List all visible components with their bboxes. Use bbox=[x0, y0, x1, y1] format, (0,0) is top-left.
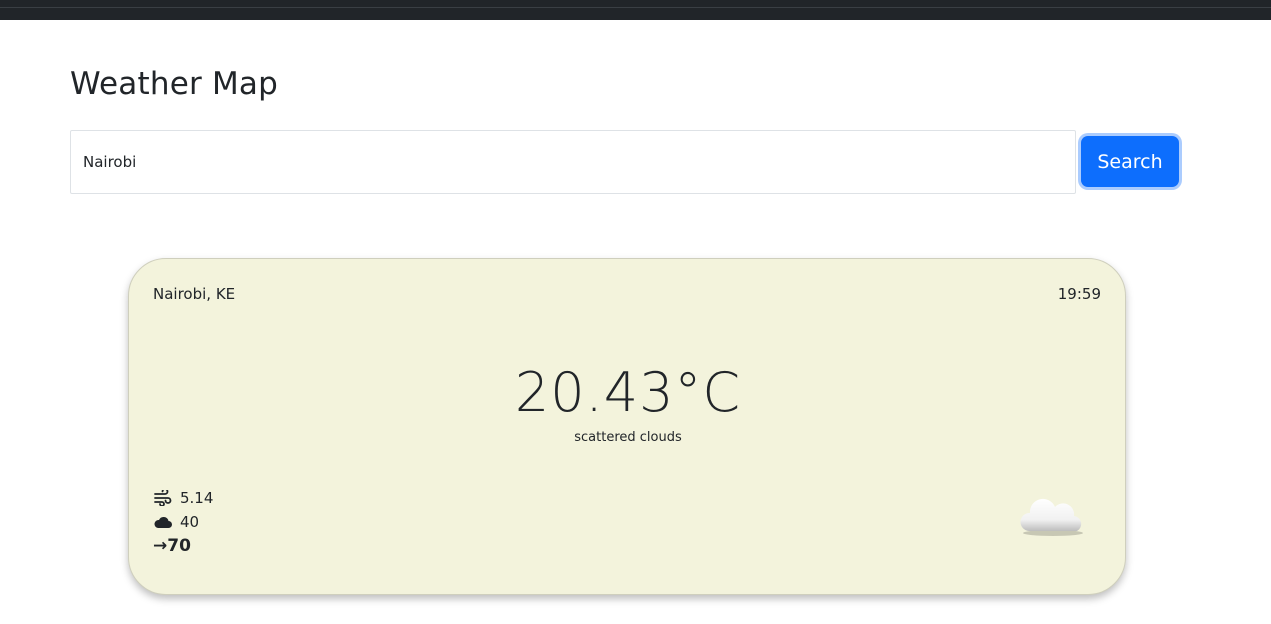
location-label: Nairobi, KE bbox=[153, 285, 236, 303]
page-title: Weather Map bbox=[70, 66, 278, 102]
top-navbar bbox=[0, 0, 1271, 20]
temperature: 20.43°C bbox=[514, 361, 742, 424]
local-time: 19:59 bbox=[1057, 285, 1101, 303]
navbar-divider bbox=[0, 7, 1271, 8]
wind-icon bbox=[153, 488, 173, 508]
wind-direction-row: → 70 bbox=[153, 535, 191, 557]
city-search-input[interactable] bbox=[70, 130, 1076, 194]
scattered-clouds-icon bbox=[1017, 493, 1089, 537]
search-button[interactable]: Search bbox=[1081, 136, 1179, 187]
direction-arrow-icon: → bbox=[153, 536, 168, 556]
weather-description: scattered clouds bbox=[574, 430, 682, 445]
weather-card: Nairobi, KE 19:59 20.43°C scattered clou… bbox=[128, 258, 1126, 595]
cloudiness-row: 40 bbox=[153, 511, 199, 533]
cloud-icon bbox=[153, 512, 173, 532]
wind-speed-value: 5.14 bbox=[180, 489, 214, 507]
cloudiness-value: 40 bbox=[180, 513, 200, 531]
wind-speed-row: 5.14 bbox=[153, 487, 213, 509]
wind-direction-value: 70 bbox=[167, 536, 191, 556]
